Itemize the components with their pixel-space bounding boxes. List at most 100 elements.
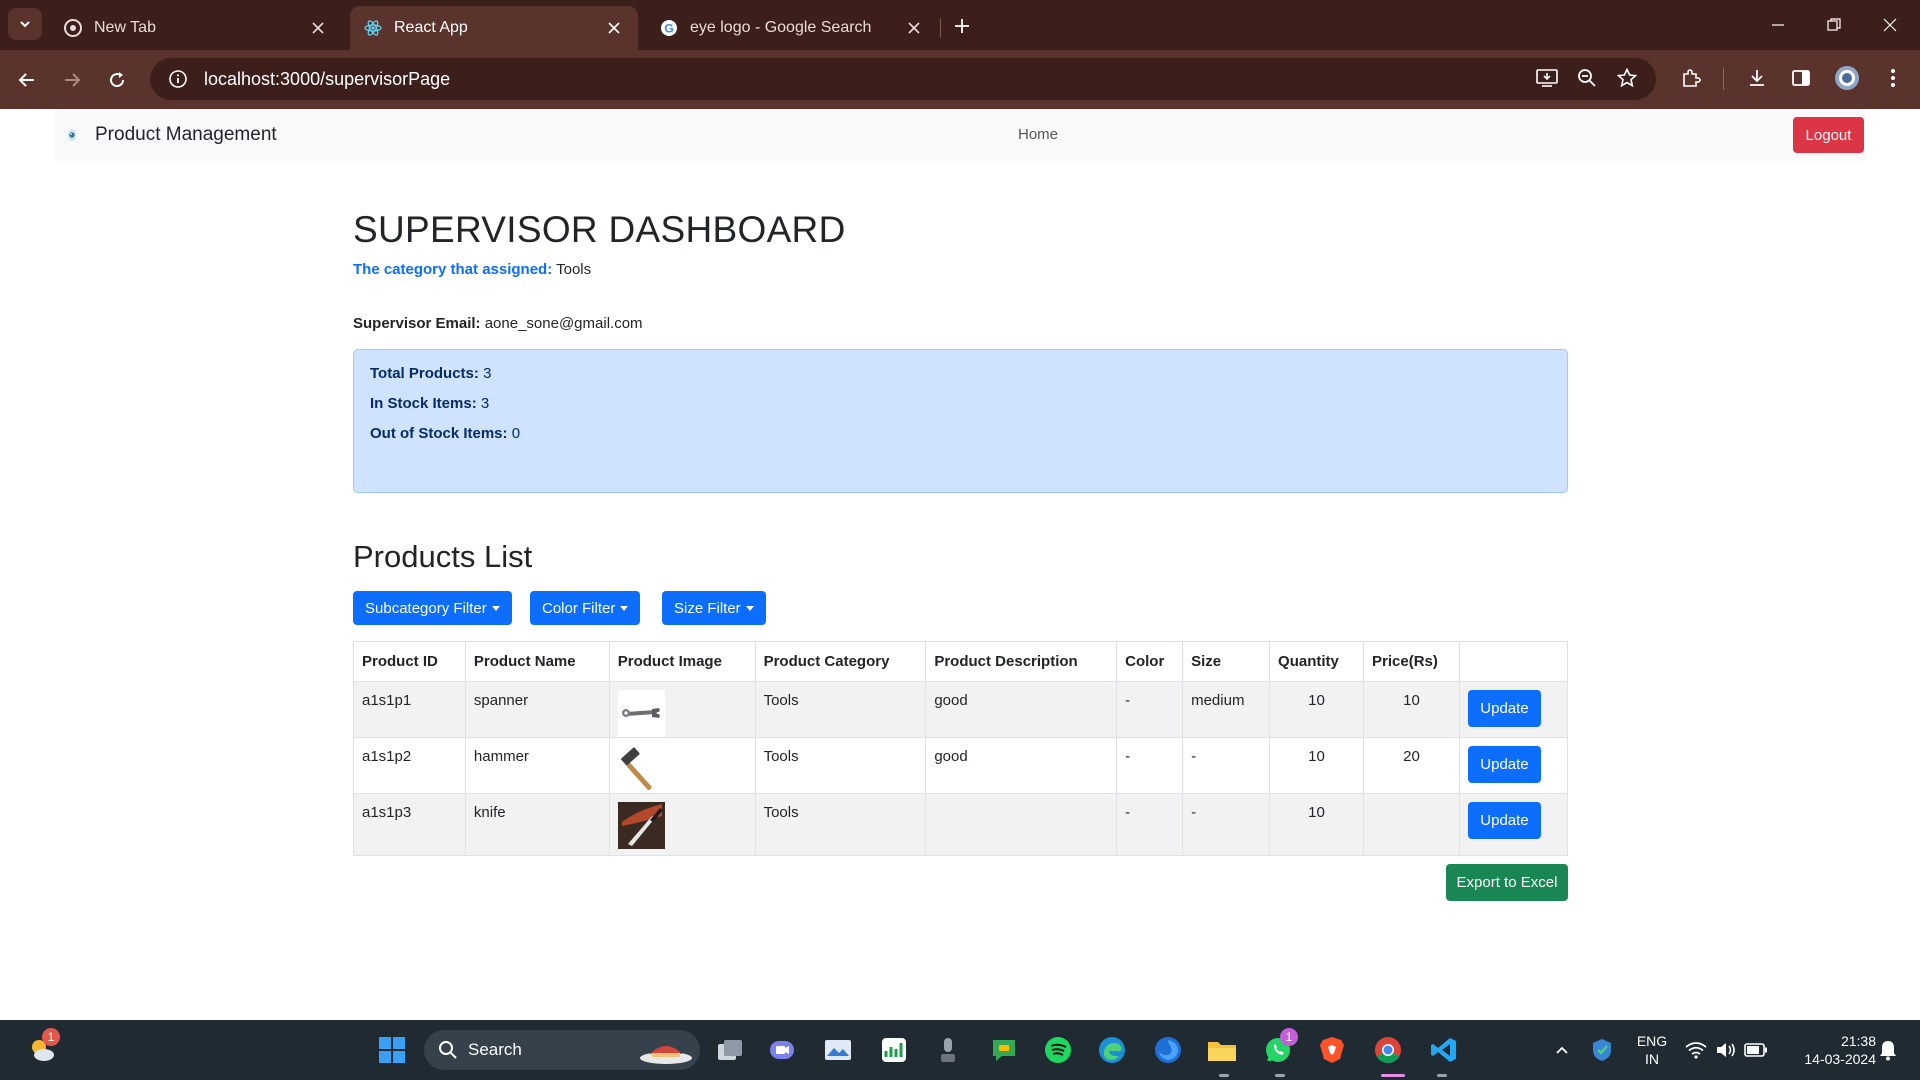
tab-search-button[interactable] (8, 8, 42, 40)
running-indicator (1219, 1074, 1229, 1077)
new-tab-button[interactable] (948, 12, 976, 40)
edge-browser-icon[interactable] (1096, 1034, 1128, 1066)
restore-button[interactable] (1806, 10, 1862, 40)
clock[interactable]: 21:38 14-03-2024 (1776, 1032, 1876, 1068)
close-icon[interactable] (604, 18, 624, 38)
brave-browser-icon[interactable] (1316, 1034, 1348, 1066)
eye-logo-icon (68, 129, 76, 141)
browser-toolbar: localhost:3000/supervisorPage (0, 50, 1920, 109)
plus-icon (955, 19, 969, 33)
cell-size: - (1182, 737, 1271, 794)
forward-button[interactable] (55, 63, 89, 97)
security-shield-icon[interactable] (1586, 1034, 1618, 1066)
close-icon[interactable] (308, 18, 328, 38)
update-button[interactable]: Update (1467, 690, 1541, 727)
weather-badge: 1 (42, 1028, 60, 1046)
zoom-icon[interactable] (1570, 61, 1604, 95)
google-icon: G (660, 19, 678, 37)
stat-value: 0 (511, 425, 521, 442)
column-header: Quantity (1269, 641, 1364, 682)
table-row: a1s1p3 knife Tools - - 10 Update (353, 793, 1569, 856)
cell-product-image (608, 793, 756, 856)
cell-product-image (608, 681, 756, 738)
taskbar-search[interactable]: Search (424, 1030, 700, 1070)
extensions-icon[interactable] (1674, 61, 1708, 95)
task-view-icon[interactable] (714, 1034, 746, 1066)
assigned-category: The category that assigned: Tools (353, 261, 591, 278)
cell-action: Update (1458, 793, 1569, 856)
download-icon[interactable] (1740, 61, 1774, 95)
profile-avatar[interactable] (1830, 61, 1864, 95)
supervisor-email: Supervisor Email: aone_sone@gmail.com (353, 315, 643, 332)
site-info-icon[interactable] (158, 69, 198, 89)
menu-kebab-icon[interactable] (1876, 61, 1910, 95)
products-heading: Products List (353, 539, 533, 574)
region-code: IN (1645, 1051, 1659, 1067)
nav-home-link[interactable]: Home (1018, 126, 1058, 143)
windows-taskbar: 1 Search 1 ENG IN 21:38 14-03-2024 (0, 1020, 1920, 1080)
column-header: Product Description (925, 641, 1118, 682)
file-explorer-icon[interactable] (1206, 1034, 1238, 1066)
color-filter-dropdown[interactable]: Color Filter (530, 591, 641, 625)
table-row: a1s1p2 hammer Tools good - - 10 20 Updat… (353, 737, 1569, 794)
cell-color: - (1116, 737, 1184, 794)
cell-product-category: Tools (754, 793, 927, 856)
update-button[interactable]: Update (1467, 802, 1541, 839)
wifi-icon[interactable] (1680, 1034, 1712, 1066)
knife-image (617, 802, 665, 849)
tab-new-tab[interactable]: New Tab (50, 6, 342, 50)
reload-button[interactable] (100, 63, 134, 97)
stocks-app-icon[interactable] (878, 1034, 910, 1066)
cell-color: - (1116, 681, 1184, 738)
address-bar[interactable]: localhost:3000/supervisorPage (150, 58, 1656, 100)
tab-google-search[interactable]: G eye logo - Google Search (646, 6, 938, 50)
cell-price: 10 (1363, 681, 1460, 738)
size-filter-dropdown[interactable]: Size Filter (662, 591, 766, 625)
tab-react-app[interactable]: React App (350, 6, 638, 50)
battery-icon[interactable] (1740, 1034, 1772, 1066)
export-to-excel-button[interactable]: Export to Excel (1446, 864, 1568, 901)
table-row: a1s1p1 spanner Tools good - medium 10 10 (353, 681, 1569, 738)
notification-bell-icon[interactable] (1872, 1034, 1904, 1066)
volume-icon[interactable] (1710, 1034, 1742, 1066)
caret-down-icon (745, 606, 754, 611)
side-panel-icon[interactable] (1784, 61, 1818, 95)
subcategory-filter-dropdown[interactable]: Subcategory Filter (353, 591, 512, 625)
cell-product-name: knife (464, 793, 610, 856)
react-icon (364, 19, 382, 37)
stat-label: In Stock Items: (370, 395, 477, 412)
caret-down-icon (491, 606, 500, 611)
weather-widget-icon[interactable]: 1 (26, 1028, 60, 1066)
url-text: localhost:3000/supervisorPage (204, 68, 451, 89)
cell-action: Update (1458, 681, 1569, 738)
minimize-button[interactable] (1750, 10, 1806, 40)
language-indicator[interactable]: ENG IN (1632, 1032, 1672, 1068)
category-label: The category that assigned: (353, 261, 553, 278)
vscode-icon[interactable] (1428, 1034, 1460, 1066)
whatsapp-icon[interactable]: 1 (1262, 1028, 1298, 1066)
stats-alert: Total Products: 3 In Stock Items: 3 Out … (353, 349, 1568, 493)
cell-quantity: 10 (1269, 793, 1364, 856)
photos-app-icon[interactable] (822, 1034, 854, 1066)
close-window-button[interactable] (1862, 10, 1918, 40)
chrome-icon (64, 19, 82, 37)
show-hidden-icons-chevron[interactable] (1546, 1034, 1578, 1066)
logout-button[interactable]: Logout (1793, 117, 1864, 153)
install-app-icon[interactable] (1530, 61, 1564, 95)
column-header: Product ID (353, 641, 466, 682)
firefox-icon[interactable] (1152, 1034, 1184, 1066)
update-button[interactable]: Update (1467, 746, 1541, 783)
windows-start-icon[interactable] (376, 1034, 408, 1066)
stat-label: Out of Stock Items: (370, 425, 508, 442)
chrome-taskbar-icon[interactable] (1372, 1034, 1404, 1066)
back-button[interactable] (10, 63, 44, 97)
google-chat-icon[interactable] (988, 1034, 1020, 1066)
bookmark-star-icon[interactable] (1610, 61, 1644, 95)
teams-chat-icon[interactable] (766, 1034, 798, 1066)
voice-recorder-icon[interactable] (932, 1034, 964, 1066)
spotify-icon[interactable] (1042, 1034, 1074, 1066)
cell-product-id: a1s1p3 (353, 793, 466, 856)
brand[interactable]: Product Management (65, 124, 277, 146)
column-header: Color (1116, 641, 1184, 682)
close-icon[interactable] (904, 18, 924, 38)
